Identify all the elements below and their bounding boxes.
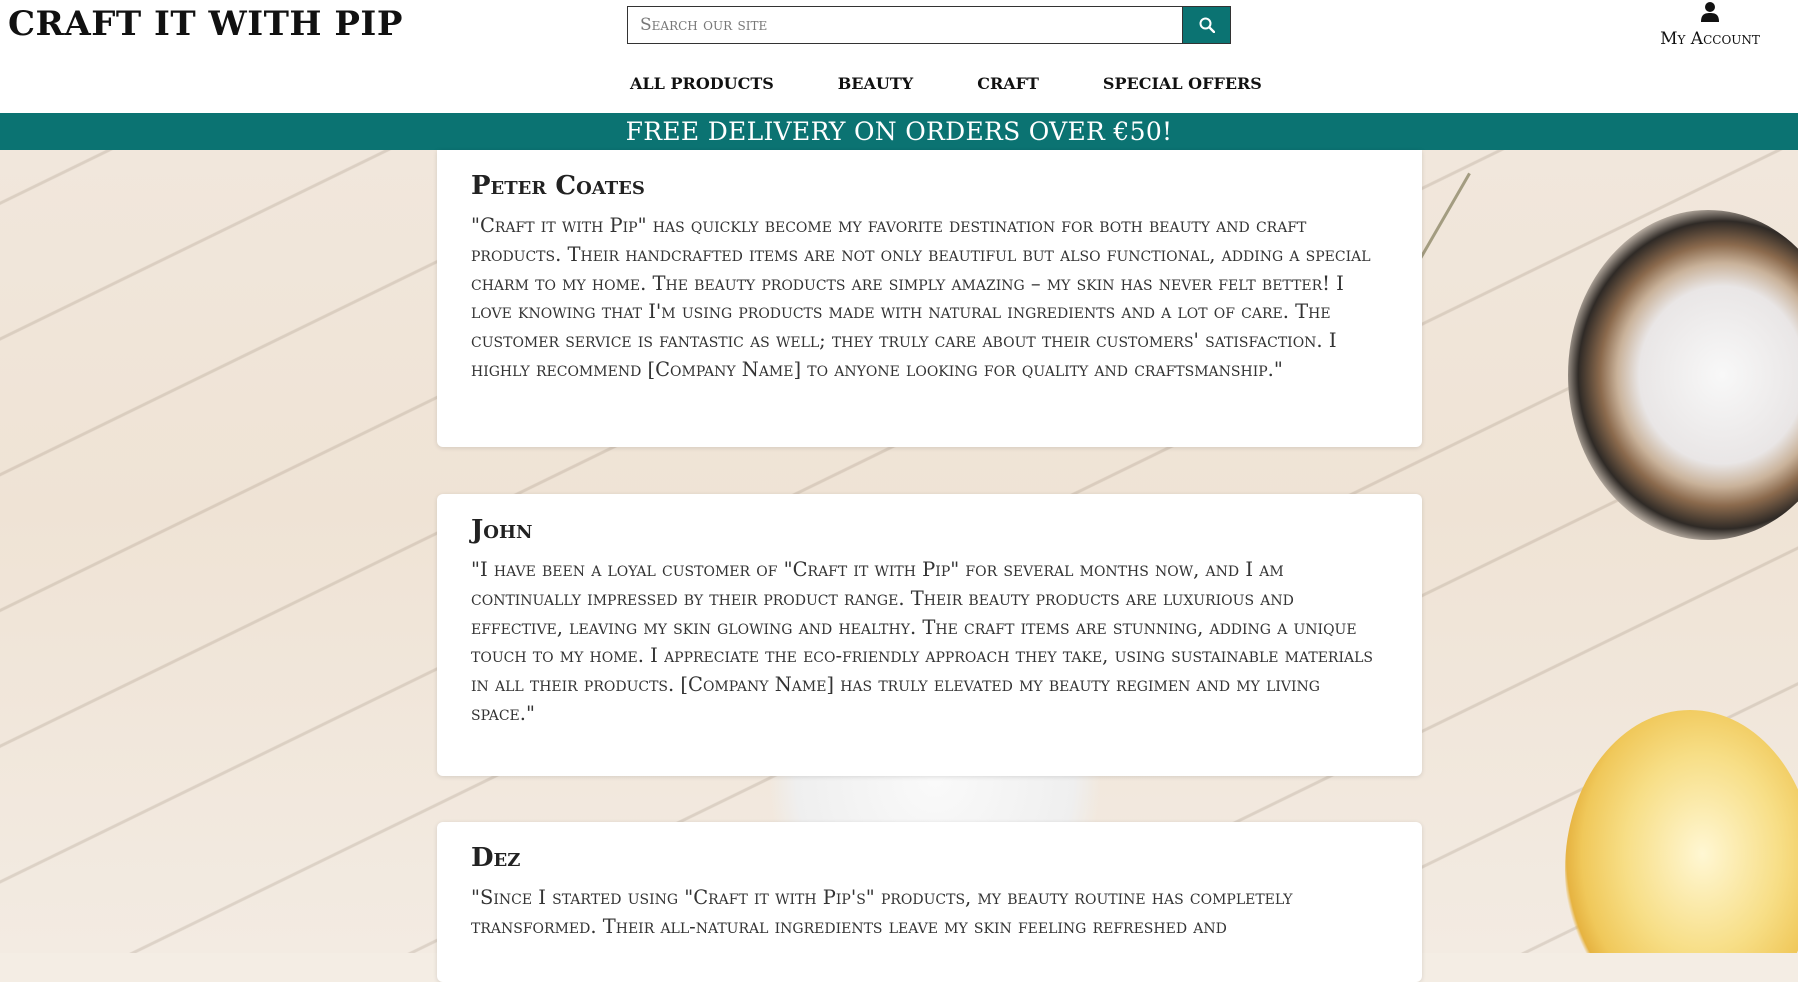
testimonial-author: John <box>471 515 533 545</box>
user-icon <box>1701 2 1719 22</box>
testimonial-author: Peter Coates <box>471 171 645 201</box>
site-header: CRAFT IT WITH PIP My Account ALL PRODUCT… <box>0 0 1798 113</box>
my-account-label: My Account <box>1660 29 1760 49</box>
testimonial-author: Dez <box>471 843 521 873</box>
search-form <box>627 6 1231 44</box>
search-button[interactable] <box>1182 6 1231 44</box>
search-icon <box>1199 17 1215 33</box>
main-nav: ALL PRODUCTS BEAUTY CRAFT SPECIAL OFFERS <box>630 74 1262 93</box>
lemon-image <box>1565 710 1798 953</box>
testimonial-card: John "I have been a loyal customer of "C… <box>437 494 1422 776</box>
my-account-link[interactable]: My Account <box>1652 0 1768 49</box>
site-logo[interactable]: CRAFT IT WITH PIP <box>8 4 403 44</box>
testimonial-card: Peter Coates "Craft it with Pip" has qui… <box>437 150 1422 447</box>
testimonial-card: Dez "Since I started using "Craft it wit… <box>437 822 1422 982</box>
testimonial-text: "I have been a loyal customer of "Craft … <box>471 558 1373 725</box>
free-delivery-banner: FREE DELIVERY ON ORDERS OVER €50! <box>0 113 1798 150</box>
nav-beauty[interactable]: BEAUTY <box>838 74 913 93</box>
testimonial-text: "Craft it with Pip" has quickly become m… <box>471 214 1371 381</box>
salt-bowl-image <box>1568 210 1798 540</box>
nav-special-offers[interactable]: SPECIAL OFFERS <box>1103 74 1262 93</box>
search-input[interactable] <box>627 6 1183 44</box>
nav-craft[interactable]: CRAFT <box>977 74 1039 93</box>
nav-all-products[interactable]: ALL PRODUCTS <box>630 74 774 93</box>
testimonial-text: "Since I started using "Craft it with Pi… <box>471 886 1293 938</box>
